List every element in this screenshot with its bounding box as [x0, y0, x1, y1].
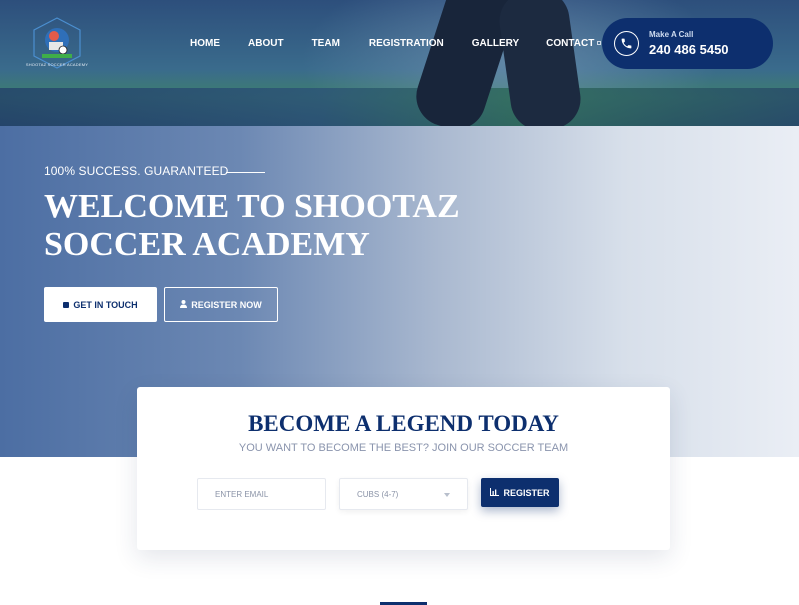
signup-card: BECOME A LEGEND TODAY YOU WANT TO BECOME… — [137, 387, 670, 550]
nav-item-team[interactable]: TEAM — [312, 38, 340, 49]
phone-icon — [614, 31, 639, 56]
header-banner: SHOOTAZ SOCCER ACADEMY HOME ABOUT TEAM R… — [0, 0, 799, 126]
envelope-icon — [63, 301, 70, 308]
logo-text: SHOOTAZ SOCCER ACADEMY — [25, 62, 89, 67]
get-in-touch-label: GET IN TOUCH — [73, 299, 138, 310]
nav-item-registration[interactable]: REGISTRATION — [369, 38, 444, 49]
main-nav: HOME ABOUT TEAM REGISTRATION GALLERY CON… — [190, 38, 602, 49]
chevron-down-icon — [444, 493, 450, 497]
hero-tagline: 100% SUCCESS. GUARANTEED — [44, 164, 229, 178]
nav-item-contact-label: CONTACT — [546, 38, 595, 49]
register-button[interactable]: REGISTER — [481, 478, 559, 507]
nav-item-contact[interactable]: CONTACT — [546, 38, 602, 49]
register-label: REGISTER — [503, 487, 550, 498]
hero-title: WELCOME TO SHOOTAZ SOCCER ACADEMY — [44, 188, 460, 263]
user-icon — [180, 299, 188, 310]
register-now-label: REGISTER NOW — [191, 299, 262, 310]
get-in-touch-button[interactable]: GET IN TOUCH — [44, 287, 157, 322]
email-input[interactable] — [197, 478, 326, 510]
bar-chart-icon — [490, 487, 500, 498]
banner-field — [0, 88, 799, 126]
call-number: 240 486 5450 — [649, 42, 729, 57]
nav-item-about[interactable]: ABOUT — [248, 38, 284, 49]
signup-subtitle: YOU WANT TO BECOME THE BEST? JOIN OUR SO… — [238, 442, 569, 454]
age-group-selected: CUBS (4-7) — [357, 490, 399, 499]
register-now-button[interactable]: REGISTER NOW — [164, 287, 278, 322]
dropdown-indicator-icon — [597, 41, 602, 46]
nav-item-gallery[interactable]: GALLERY — [472, 38, 519, 49]
nav-item-home[interactable]: HOME — [190, 38, 220, 49]
call-label: Make A Call — [649, 30, 694, 39]
age-group-select[interactable]: CUBS (4-7) — [339, 478, 468, 510]
tagline-divider — [226, 172, 265, 173]
call-button[interactable]: Make A Call 240 486 5450 — [602, 18, 773, 69]
signup-title: BECOME A LEGEND TODAY — [248, 411, 559, 436]
